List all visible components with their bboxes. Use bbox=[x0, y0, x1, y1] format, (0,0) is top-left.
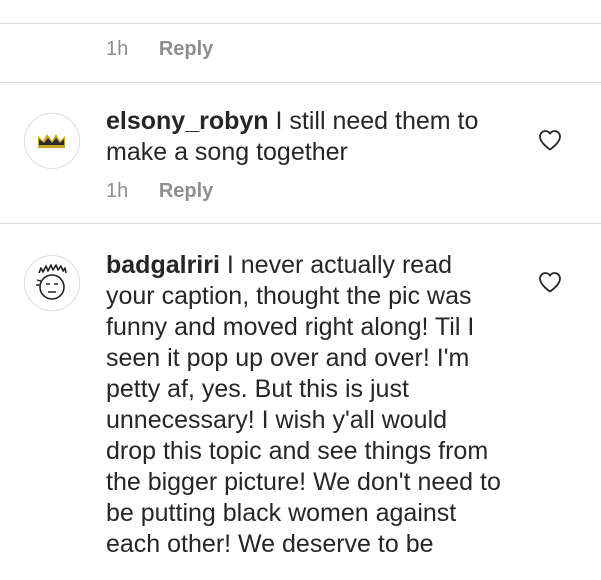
reply-button[interactable]: Reply bbox=[159, 180, 213, 203]
crown-icon bbox=[38, 134, 65, 148]
reply-button[interactable]: Reply bbox=[159, 38, 213, 61]
comment-time: 1h bbox=[106, 38, 129, 60]
comment-meta: 1h Reply bbox=[106, 180, 213, 203]
avatar[interactable] bbox=[24, 255, 80, 311]
previous-comment-meta: 1h Reply bbox=[106, 38, 213, 61]
comment-time: 1h bbox=[106, 180, 129, 202]
comment-divider bbox=[0, 223, 601, 224]
comment-body: I never actually read your caption, thou… bbox=[106, 251, 501, 558]
top-divider bbox=[0, 23, 601, 24]
comment-divider bbox=[0, 82, 601, 83]
comment-text: elsony_robyn I still need them to make a… bbox=[106, 106, 501, 168]
comment-username[interactable]: badgalriri bbox=[106, 251, 220, 279]
doodle-face-icon bbox=[36, 264, 67, 300]
heart-outline-icon bbox=[539, 272, 561, 293]
comment-text: badgalriri I never actually read your ca… bbox=[106, 250, 501, 560]
heart-outline-icon bbox=[539, 130, 561, 151]
avatar[interactable] bbox=[24, 113, 80, 169]
comment-username[interactable]: elsony_robyn bbox=[106, 107, 269, 135]
like-button[interactable] bbox=[538, 271, 562, 293]
like-button[interactable] bbox=[538, 129, 562, 151]
